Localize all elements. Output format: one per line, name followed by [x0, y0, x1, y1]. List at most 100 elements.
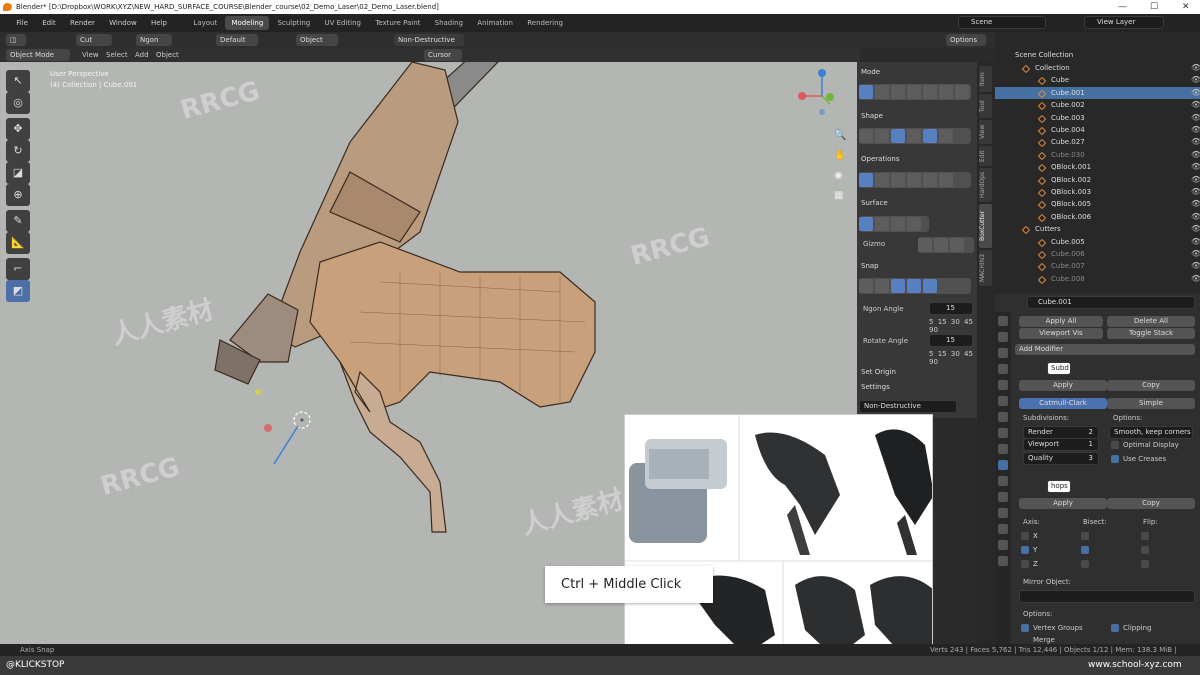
axis-x-checkbox[interactable] [1021, 532, 1029, 540]
select-tool-icon[interactable]: ↖ [6, 70, 30, 92]
visibility-eye-icon[interactable]: 👁 [1191, 198, 1200, 210]
cursor-tool-icon[interactable]: ◎ [6, 92, 30, 114]
property-tab-icon[interactable] [998, 524, 1008, 534]
menu-help[interactable]: Help [145, 14, 173, 32]
flip-y-checkbox[interactable] [1141, 546, 1149, 554]
outliner-row[interactable]: Cube.002 👁 [995, 99, 1200, 111]
visibility-eye-icon[interactable]: 👁 [1191, 87, 1200, 99]
visibility-eye-icon[interactable]: 👁 [1191, 211, 1200, 223]
property-tab-icon[interactable] [998, 428, 1008, 438]
property-tab-icon[interactable] [998, 412, 1008, 422]
scene-selector[interactable]: Scene [958, 16, 1046, 29]
maximize-icon[interactable]: ☐ [1150, 0, 1158, 14]
bisect-z-checkbox[interactable] [1081, 560, 1089, 568]
visibility-eye-icon[interactable]: 👁 [1191, 74, 1200, 86]
menu-window[interactable]: Window [103, 14, 143, 32]
menu-view[interactable]: View [82, 48, 99, 62]
surface-buttons[interactable] [859, 216, 929, 232]
visibility-eye-icon[interactable]: 👁 [1191, 149, 1200, 161]
tab-hardops[interactable]: HardOps [979, 168, 992, 202]
outliner-row[interactable]: QBlock.003 👁 [995, 186, 1200, 198]
rotate-angle-presets[interactable]: 5 15 30 45 90 [929, 350, 977, 366]
outliner-row[interactable]: QBlock.005 👁 [995, 198, 1200, 210]
outliner-row[interactable]: Cube.001 👁 [995, 86, 1200, 99]
property-tab-icon[interactable] [998, 396, 1008, 406]
tab-machin3[interactable]: MACHIN3 [979, 250, 992, 286]
view-layer-selector[interactable]: View Layer [1084, 16, 1164, 29]
optimal-display-checkbox[interactable] [1111, 441, 1119, 449]
options-dropdown[interactable]: Options [946, 34, 986, 46]
viewport-levels-field[interactable]: Viewport 1 [1023, 438, 1099, 451]
property-tab-icon[interactable] [998, 508, 1008, 518]
tab-rendering[interactable]: Rendering [521, 16, 569, 30]
menu-add[interactable]: Add [135, 48, 149, 62]
hops-tool-icon[interactable]: ◩ [6, 280, 30, 302]
visibility-eye-icon[interactable]: 👁 [1191, 161, 1200, 173]
outliner-row[interactable]: QBlock.006 👁 [995, 211, 1200, 223]
subd-modifier-name[interactable]: Subd [1047, 362, 1071, 375]
set-origin-label[interactable]: Set Origin [861, 368, 896, 376]
bisect-x-checkbox[interactable] [1081, 532, 1089, 540]
mirror-apply-button[interactable]: Apply [1019, 498, 1107, 509]
property-tab-icon[interactable] [998, 540, 1008, 550]
add-modifier-dropdown[interactable]: Add Modifier [1015, 344, 1195, 355]
measure-tool-icon[interactable]: 📐 [6, 232, 30, 254]
tab-tool[interactable]: Tool [979, 94, 992, 118]
tab-boxcutter[interactable]: BoxCutter [979, 204, 992, 248]
property-tab-icon[interactable] [998, 556, 1008, 566]
property-tab-icon[interactable] [998, 332, 1008, 342]
visibility-eye-icon[interactable]: 👁 [1191, 223, 1200, 235]
zoom-icon[interactable]: 🔍 [834, 130, 846, 141]
cut-dropdown[interactable]: Cut [76, 34, 112, 46]
toggle-stack-button[interactable]: Toggle Stack [1107, 328, 1195, 339]
tab-texture-paint[interactable]: Texture Paint [369, 16, 426, 30]
tab-modeling[interactable]: Modeling [225, 16, 270, 30]
property-tab-icon[interactable] [998, 380, 1008, 390]
menu-render[interactable]: Render [64, 14, 101, 32]
outliner-row[interactable]: Cube.030 👁 [995, 149, 1200, 161]
visibility-eye-icon[interactable]: 👁 [1191, 62, 1200, 74]
mode-selector[interactable]: Object Mode [6, 49, 70, 61]
visibility-eye-icon[interactable]: 👁 [1191, 136, 1200, 148]
outliner-row[interactable]: Cube.006 👁 [995, 248, 1200, 260]
outliner-row[interactable]: QBlock.002 👁 [995, 174, 1200, 186]
viewport-vis-button[interactable]: Viewport Vis [1019, 328, 1103, 339]
catmull-clark-tab[interactable]: Catmull-Clark [1019, 398, 1107, 409]
property-tab-icon[interactable] [998, 348, 1008, 358]
visibility-eye-icon[interactable]: 👁 [1191, 99, 1200, 111]
move-tool-icon[interactable]: ✥ [6, 118, 30, 140]
vertex-groups-checkbox[interactable] [1021, 624, 1029, 632]
ngon-angle-field[interactable]: 15 [929, 302, 973, 315]
flip-z-checkbox[interactable] [1141, 560, 1149, 568]
property-tab-icon[interactable] [998, 476, 1008, 486]
gizmo-buttons[interactable] [918, 237, 974, 253]
close-icon[interactable]: ✕ [1182, 0, 1190, 14]
visibility-eye-icon[interactable]: 👁 [1191, 236, 1200, 248]
outliner-row[interactable]: Collection 👁 [995, 62, 1200, 74]
outliner-row[interactable]: Cube.005 👁 [995, 236, 1200, 248]
visibility-eye-icon[interactable]: 👁 [1191, 260, 1200, 272]
axis-z-checkbox[interactable] [1021, 560, 1029, 568]
outliner-row[interactable]: Cube.008 👁 [995, 273, 1200, 285]
axis-y-checkbox[interactable] [1021, 546, 1029, 554]
property-tab-icon[interactable] [998, 492, 1008, 502]
transform-tool-icon[interactable]: ⊕ [6, 184, 30, 206]
mirror-modifier-name[interactable]: hops [1047, 480, 1071, 493]
camera-icon[interactable]: ◉ [834, 170, 843, 181]
flip-x-checkbox[interactable] [1141, 532, 1149, 540]
property-tab-icon[interactable] [998, 316, 1008, 326]
outliner-row[interactable]: Cube.007 👁 [995, 260, 1200, 272]
object-dropdown[interactable]: Object [296, 34, 338, 46]
outliner-row[interactable]: Cutters 👁 [995, 223, 1200, 235]
scale-tool-icon[interactable]: ◪ [6, 162, 30, 184]
property-tab-icon[interactable] [998, 444, 1008, 454]
shape-buttons[interactable] [859, 128, 971, 144]
operations-buttons[interactable] [859, 172, 971, 188]
simple-tab[interactable]: Simple [1107, 398, 1195, 409]
menu-edit[interactable]: Edit [36, 14, 62, 32]
default-dropdown[interactable]: Default [216, 34, 258, 46]
mirror-object-field[interactable] [1019, 590, 1195, 603]
tab-sculpting[interactable]: Sculpting [272, 16, 317, 30]
subd-apply-button[interactable]: Apply [1019, 380, 1107, 391]
mirror-copy-button[interactable]: Copy [1107, 498, 1195, 509]
